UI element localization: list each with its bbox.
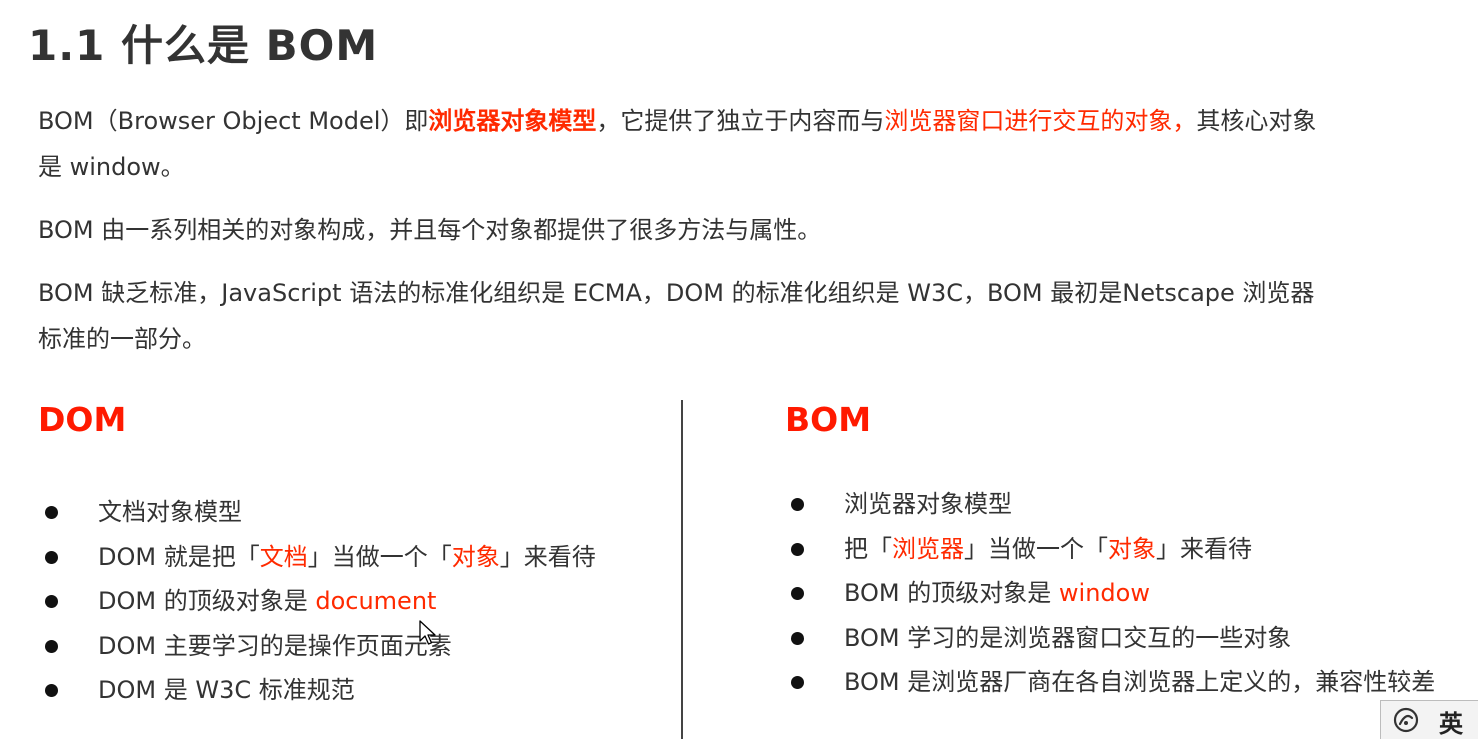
bullet-icon: [791, 498, 804, 511]
bom-list: 浏览器对象模型 把「浏览器」当做一个「对象」来看待 BOM 的顶级对象是 win…: [788, 482, 1435, 705]
bullet-icon: [791, 676, 804, 689]
list-item: BOM 的顶级对象是 window: [788, 571, 1435, 616]
bullet-icon: [45, 595, 58, 608]
list-item: BOM 是浏览器厂商在各自浏览器上定义的，兼容性较差: [788, 660, 1435, 705]
slide-title: 1.1 什么是 BOM: [28, 21, 379, 70]
list-item: DOM 是 W3C 标准规范: [42, 668, 596, 713]
bullet-icon: [45, 639, 58, 653]
intro-paragraph-2: BOM 由一系列相关的对象构成，并且每个对象都提供了很多方法与属性。: [38, 216, 822, 244]
bullet-icon: [791, 542, 804, 556]
ime-indicator[interactable]: 英: [1380, 700, 1478, 739]
list-item: DOM 主要学习的是操作页面元素: [42, 624, 596, 669]
list-item: 把「浏览器」当做一个「对象」来看待: [788, 527, 1435, 572]
intro-text: ，它提供了独立于内容而与: [596, 107, 885, 135]
list-item: 浏览器对象模型: [788, 482, 1435, 527]
highlight-text: 浏览器对象模型: [428, 107, 597, 135]
dom-heading: DOM: [38, 400, 127, 439]
intro-paragraph-1: BOM（Browser Object Model）即浏览器对象模型，它提供了独立…: [38, 98, 1328, 190]
slide: 1.1 什么是 BOM BOM（Browser Object Model）即浏览…: [0, 0, 1478, 739]
highlight-text: 浏览器窗口进行交互的对象，: [884, 107, 1197, 135]
mouse-cursor-icon: [419, 620, 436, 645]
list-item: DOM 就是把「文档」当做一个「对象」来看待: [42, 535, 596, 580]
dom-list: 文档对象模型 DOM 就是把「文档」当做一个「对象」来看待 DOM 的顶级对象是…: [42, 490, 596, 713]
bullet-icon: [791, 587, 804, 600]
bullet-icon: [45, 506, 58, 519]
ime-language-label: 英: [1439, 710, 1463, 738]
bullet-icon: [45, 684, 58, 697]
ime-status-icon: [1393, 707, 1419, 733]
bullet-icon: [45, 550, 58, 564]
list-item: BOM 学习的是浏览器窗口交互的一些对象: [788, 616, 1435, 661]
bullet-icon: [791, 631, 804, 645]
bom-heading: BOM: [785, 400, 872, 439]
intro-text: BOM（Browser Object Model）即: [38, 107, 429, 135]
column-divider: [681, 400, 683, 739]
list-item: DOM 的顶级对象是 document: [42, 579, 596, 624]
list-item: 文档对象模型: [42, 490, 596, 535]
intro-paragraph-3: BOM 缺乏标准，JavaScript 语法的标准化组织是 ECMA，DOM 的…: [38, 279, 1315, 353]
